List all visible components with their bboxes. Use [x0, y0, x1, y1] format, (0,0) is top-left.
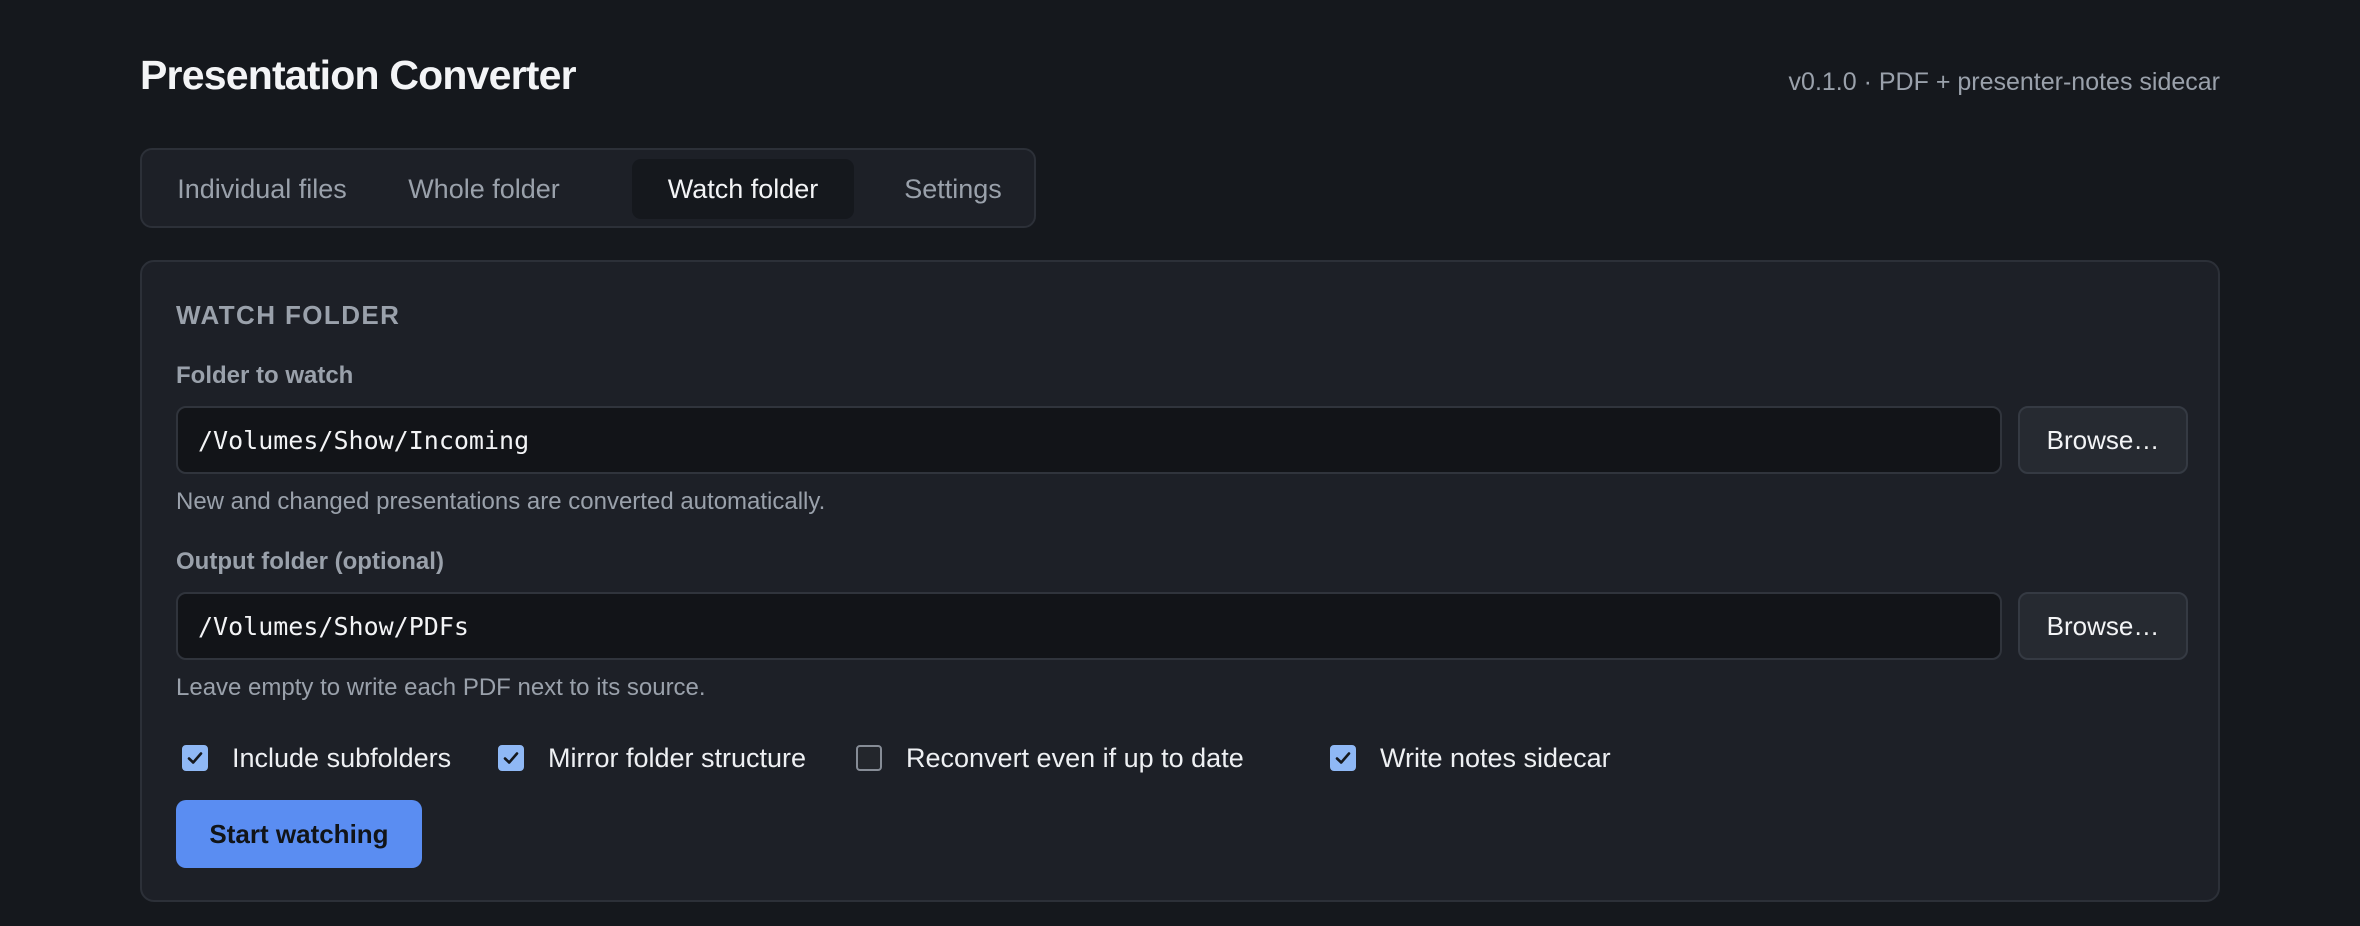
start-watching-button[interactable]: Start watching: [176, 800, 422, 868]
option-label: Reconvert even if up to date: [906, 742, 1244, 773]
watch-folder-panel: WATCH FOLDER Folder to watch /Volumes/Sh…: [140, 260, 2220, 902]
tab-individual-files[interactable]: Individual files: [164, 159, 360, 219]
option-reconvert[interactable]: Reconvert even if up to date: [856, 738, 1244, 778]
checkmark-icon: [187, 752, 203, 764]
option-include-subfolders[interactable]: Include subfolders: [182, 738, 451, 778]
option-label: Include subfolders: [232, 742, 452, 773]
options-row: Include subfolders Mirror folder structu…: [182, 738, 1982, 778]
checkbox-reconvert[interactable]: [856, 745, 882, 771]
app-root: Presentation Converter v0.1.0 · PDF + pr…: [140, 0, 2220, 926]
browse-output-folder-button[interactable]: Browse…: [2018, 592, 2188, 660]
option-mirror-folder-structure[interactable]: Mirror folder structure: [498, 738, 806, 778]
checkmark-icon: [1335, 752, 1351, 764]
output-folder-input[interactable]: /Volumes/Show/PDFs: [176, 592, 2002, 660]
app-header: Presentation Converter v0.1.0 · PDF + pr…: [140, 52, 2220, 108]
option-label: Mirror folder structure: [548, 742, 807, 773]
checkbox-include-subfolders[interactable]: [182, 745, 208, 771]
output-folder-hint: Leave empty to write each PDF next to it…: [176, 674, 706, 701]
checkmark-icon: [503, 752, 519, 764]
option-label: Write notes sidecar: [1380, 742, 1611, 773]
folder-to-watch-label: Folder to watch: [176, 362, 354, 389]
section-title: WATCH FOLDER: [176, 300, 401, 330]
browse-watch-folder-button[interactable]: Browse…: [2018, 406, 2188, 474]
app-title: Presentation Converter: [140, 52, 577, 98]
tab-settings[interactable]: Settings: [880, 159, 1026, 219]
output-folder-label: Output folder (optional): [176, 548, 444, 575]
checkbox-mirror-folder-structure[interactable]: [498, 745, 524, 771]
tab-whole-folder[interactable]: Whole folder: [380, 159, 588, 219]
option-write-notes-sidecar[interactable]: Write notes sidecar: [1330, 738, 1611, 778]
tab-bar: Individual files Whole folder Watch fold…: [140, 148, 1036, 228]
checkbox-write-notes-sidecar[interactable]: [1330, 745, 1356, 771]
version-info: v0.1.0 · PDF + presenter-notes sidecar: [1788, 68, 2220, 96]
tab-watch-folder[interactable]: Watch folder: [632, 159, 854, 219]
folder-to-watch-input[interactable]: /Volumes/Show/Incoming: [176, 406, 2002, 474]
folder-to-watch-hint: New and changed presentations are conver…: [176, 488, 826, 515]
